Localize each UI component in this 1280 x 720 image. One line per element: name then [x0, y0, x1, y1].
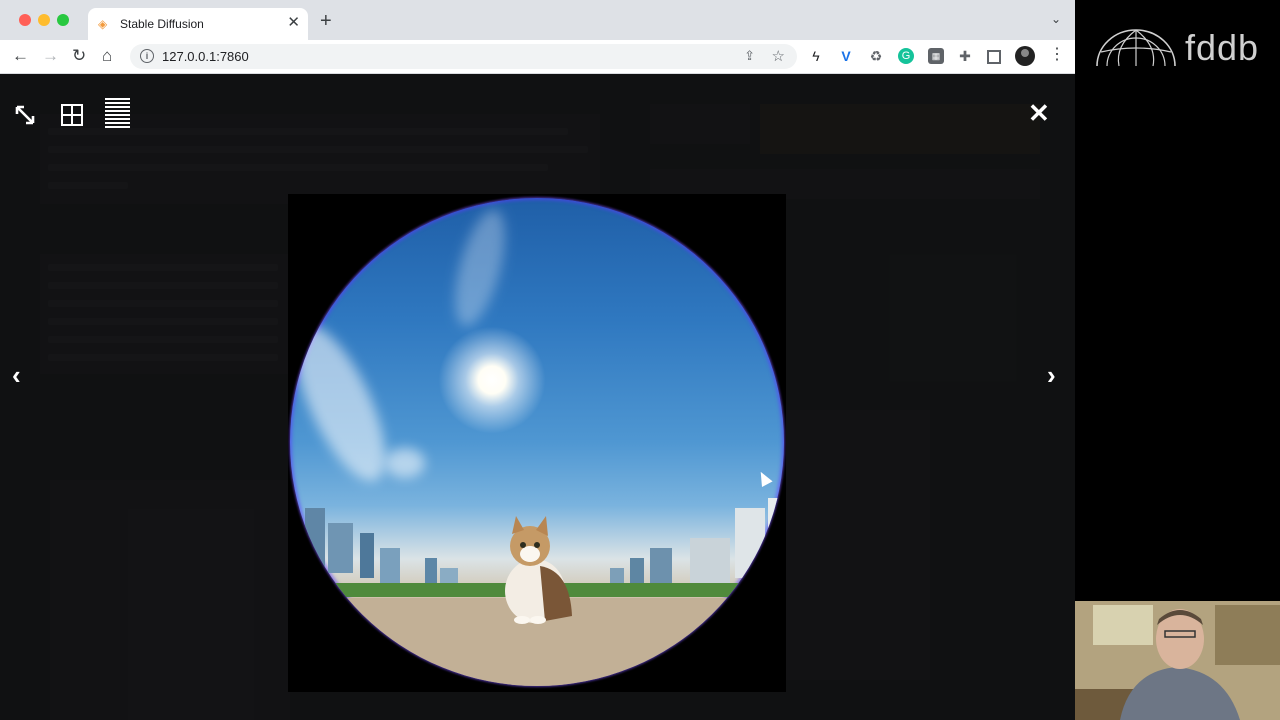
profile-avatar[interactable] — [1015, 46, 1035, 66]
reload-button[interactable]: ↻ — [72, 46, 86, 66]
sun — [438, 326, 546, 434]
fddb-logo: fddb — [1093, 26, 1273, 72]
tab-close-icon[interactable]: ✕ — [287, 14, 300, 32]
extension-window-icon[interactable]: ▦ — [928, 48, 944, 64]
tab-title: Stable Diffusion — [120, 17, 204, 31]
tab-stable-diffusion[interactable]: ◈ Stable Diffusion ✕ — [88, 8, 308, 40]
share-icon[interactable]: ⇪ — [744, 48, 755, 64]
next-image-icon[interactable]: › — [1047, 362, 1056, 388]
stable-diffusion-favicon-icon: ◈ — [98, 17, 108, 31]
tab-bar: ◈ Stable Diffusion ✕ + ⌄ — [0, 0, 1075, 40]
extensions-puzzle-icon[interactable]: ✚ — [957, 48, 973, 64]
logo-text: fddb — [1185, 27, 1260, 68]
site-info-icon[interactable]: i — [140, 49, 154, 63]
tab-search-icon[interactable]: ⌄ — [1051, 12, 1061, 26]
globe-icon — [1096, 29, 1176, 67]
tile-view-icon[interactable] — [105, 98, 130, 130]
browser-toolbar: ← → ↻ ⌂ i 127.0.0.1:7860 ⇪ ☆ ϟ V ♻ G ▦ ✚… — [0, 40, 1075, 74]
grid-view-icon[interactable] — [61, 104, 83, 126]
forward-button[interactable]: → — [42, 46, 59, 66]
cloud — [385, 448, 425, 478]
webcam-feed — [1075, 601, 1280, 720]
minimize-window-button[interactable] — [38, 14, 50, 26]
address-bar[interactable]: i 127.0.0.1:7860 ⇪ ☆ — [130, 44, 797, 69]
home-button[interactable]: ⌂ — [102, 46, 112, 66]
cloud — [445, 204, 515, 332]
back-button[interactable]: ← — [12, 46, 29, 66]
maximize-window-button[interactable] — [57, 14, 69, 26]
previous-image-icon[interactable]: ‹ — [12, 362, 21, 388]
generated-image[interactable] — [288, 194, 786, 692]
close-window-button[interactable] — [19, 14, 31, 26]
new-tab-button[interactable]: + — [320, 10, 332, 32]
fullscreen-zoom-icon[interactable] — [14, 104, 36, 126]
cat — [505, 516, 572, 624]
close-icon[interactable]: ✕ — [1028, 100, 1050, 126]
extension-grammarly-icon[interactable]: G — [898, 48, 914, 64]
url-text[interactable]: 127.0.0.1:7860 — [162, 49, 249, 64]
webcam-person-image — [1075, 601, 1280, 720]
side-panel-icon[interactable] — [987, 50, 1001, 64]
browser-window: ◈ Stable Diffusion ✕ + ⌄ ← → ↻ ⌂ i 127.0… — [0, 0, 1075, 720]
extension-v-icon[interactable]: V — [838, 48, 854, 64]
extension-bolt-icon[interactable]: ϟ — [808, 48, 824, 64]
fisheye-lens-image — [290, 198, 784, 686]
extension-recycle-icon[interactable]: ♻ — [868, 48, 884, 64]
bookmark-star-icon[interactable]: ☆ — [772, 47, 785, 65]
browser-menu-icon[interactable]: ⋮ — [1049, 46, 1065, 64]
